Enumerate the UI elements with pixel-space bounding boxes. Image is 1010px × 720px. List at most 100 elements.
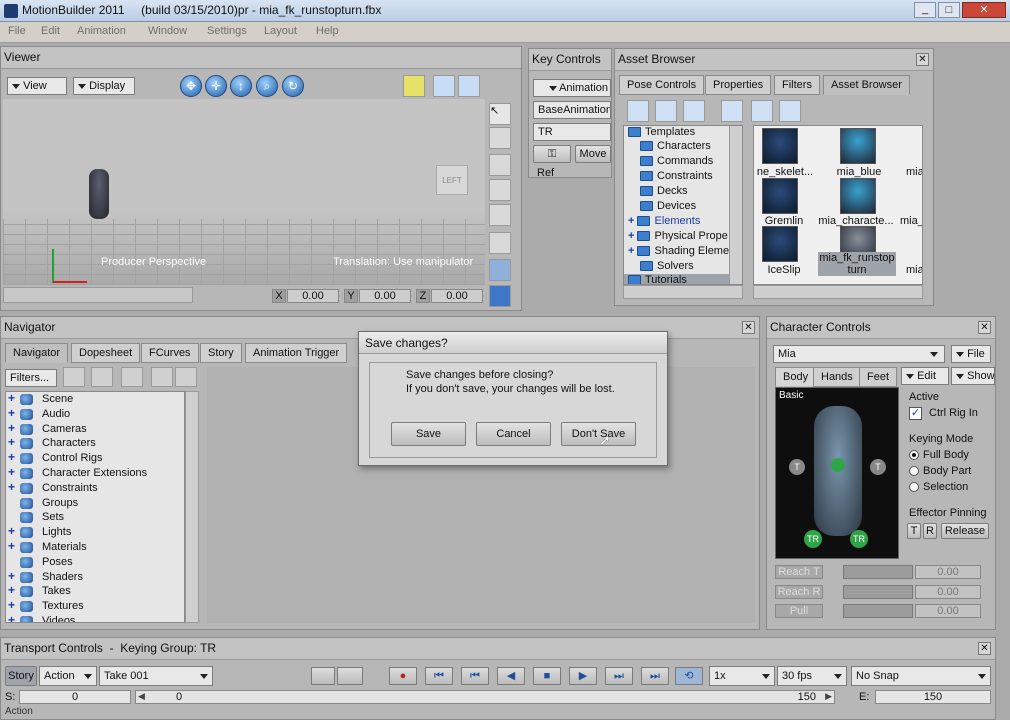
asset-thumbnail[interactable]: [762, 178, 798, 214]
snap-dropdown[interactable]: No Snap: [851, 666, 991, 686]
move-button[interactable]: Move: [575, 145, 611, 163]
tree-item-scene[interactable]: + Scene: [6, 392, 184, 407]
tree-item-tutorials[interactable]: Tutorials: [624, 274, 734, 284]
dolly-icon[interactable]: ↕: [230, 75, 252, 97]
cancel-button[interactable]: Cancel: [476, 422, 551, 446]
align-icon[interactable]: [683, 100, 705, 122]
tree-view-icon[interactable]: [627, 100, 649, 122]
mode-body-part[interactable]: Body Part: [909, 465, 971, 477]
take-dropdown[interactable]: Take 001: [99, 666, 213, 686]
back-arrow-icon[interactable]: [151, 367, 173, 387]
asset-label-selected[interactable]: mia_fk_runstop turn: [818, 252, 896, 276]
pull-slider[interactable]: [843, 604, 913, 618]
animation-dropdown[interactable]: Animation: [533, 79, 611, 97]
tree-item-character-extensions[interactable]: + Character Extensions: [6, 466, 184, 481]
tree-item-commands[interactable]: Commands: [640, 155, 713, 167]
play-button[interactable]: ▶: [569, 667, 597, 685]
right-hand-effector[interactable]: T: [870, 459, 886, 475]
keying-group-field[interactable]: TR: [533, 123, 611, 141]
zoom-icon[interactable]: ⌕: [256, 75, 278, 97]
cube-tool-icon[interactable]: [489, 285, 511, 307]
icon-view-icon[interactable]: [751, 100, 773, 122]
tree-item-elements[interactable]: + Elements: [628, 215, 700, 227]
list-view-icon[interactable]: [721, 100, 743, 122]
hips-effector[interactable]: [831, 458, 845, 472]
navigator-close-icon[interactable]: ✕: [742, 321, 755, 334]
tree-item-shading[interactable]: + Shading Eleme: [628, 245, 729, 257]
speed-dropdown[interactable]: 1x: [709, 666, 775, 686]
start-frame-field[interactable]: 0: [19, 690, 131, 704]
x-coord-field[interactable]: 0.00: [287, 289, 339, 303]
tree-item-characters[interactable]: Characters: [640, 140, 711, 152]
detail-view-icon[interactable]: [779, 100, 801, 122]
manipulator-tool-icon[interactable]: [489, 259, 511, 281]
reach-r-value[interactable]: 0.00: [915, 585, 981, 599]
tree-item-groups[interactable]: Groups: [6, 496, 184, 511]
next-key-button[interactable]: ⏭: [605, 667, 633, 685]
key-button[interactable]: ⚿: [533, 145, 571, 163]
action-dropdown[interactable]: Action: [39, 666, 97, 686]
edit-dropdown[interactable]: Edit: [901, 367, 949, 385]
lock-tool-icon[interactable]: [489, 127, 511, 149]
frame-icon[interactable]: [458, 75, 480, 97]
stop-button[interactable]: ■: [533, 667, 561, 685]
select-tool-icon[interactable]: ↖: [489, 103, 511, 125]
tree-item-decks[interactable]: Decks: [640, 185, 688, 197]
orbit-icon[interactable]: ✥: [180, 75, 202, 97]
tab-animation-trigger[interactable]: Animation Trigger: [245, 343, 348, 363]
tree-hscrollbar[interactable]: [623, 285, 743, 299]
tab-hands[interactable]: Hands: [813, 367, 861, 387]
tree-item-takes[interactable]: + Takes: [6, 584, 184, 599]
asset-browser-close-icon[interactable]: ✕: [916, 53, 929, 66]
character-body-map[interactable]: Basic T T TR TR: [775, 387, 899, 559]
tool-icon[interactable]: [91, 367, 113, 387]
tree-item-materials[interactable]: + Materials: [6, 540, 184, 555]
tree-item-devices[interactable]: Devices: [640, 200, 696, 212]
record-button[interactable]: ●: [389, 667, 417, 685]
curve-tool-icon[interactable]: [403, 75, 425, 97]
minimize-button[interactable]: _: [914, 2, 936, 18]
show-dropdown[interactable]: Show: [951, 367, 995, 385]
tree-item-control-rigs[interactable]: + Control Rigs: [6, 451, 184, 466]
zoom-2d-icon[interactable]: [433, 75, 455, 97]
maximize-button[interactable]: □: [938, 2, 960, 18]
tree-item-physical[interactable]: + Physical Prope: [628, 230, 728, 242]
menu-edit[interactable]: Edit: [41, 25, 60, 37]
tree-scrollbar[interactable]: [729, 126, 742, 284]
character-controls-close-icon[interactable]: ✕: [978, 321, 991, 334]
base-animation-field[interactable]: BaseAnimation: [533, 101, 611, 119]
story-button[interactable]: Story: [5, 666, 37, 686]
tab-story[interactable]: Story: [200, 343, 242, 363]
column-view-icon[interactable]: [655, 100, 677, 122]
character-dropdown[interactable]: Mia: [773, 345, 945, 363]
menu-animation[interactable]: Animation: [77, 25, 126, 37]
tab-feet[interactable]: Feet: [859, 367, 898, 387]
go-to-start-button[interactable]: ⏮: [425, 667, 453, 685]
lock-icon[interactable]: [121, 367, 143, 387]
tab-body[interactable]: Body: [775, 367, 817, 387]
end-frame-field[interactable]: 150: [875, 690, 991, 704]
tree-item-solvers[interactable]: Solvers: [640, 260, 694, 272]
forward-arrow-icon[interactable]: [175, 367, 197, 387]
tree-item-poses[interactable]: Poses: [6, 555, 184, 570]
tree-item-lights[interactable]: + Lights: [6, 525, 184, 540]
asset-thumbnail[interactable]: [762, 128, 798, 164]
previous-key-button[interactable]: ⏮: [461, 667, 489, 685]
timeline-slider[interactable]: ◀ 0 150 ▶: [135, 690, 835, 704]
tree-item-templates[interactable]: Templates: [628, 126, 695, 138]
left-hand-effector[interactable]: T: [789, 459, 805, 475]
play-backward-button[interactable]: ◀: [497, 667, 525, 685]
tree-item-sets[interactable]: Sets: [6, 510, 184, 525]
release-button[interactable]: Release: [941, 523, 989, 539]
mode-full-body[interactable]: Full Body: [909, 449, 969, 461]
loop-marker-icon[interactable]: [311, 667, 335, 685]
fps-dropdown[interactable]: 30 fps: [777, 666, 847, 686]
tree-item-videos[interactable]: + Videos: [6, 614, 184, 622]
rotate-tool-icon[interactable]: [489, 179, 511, 201]
view-cube-left[interactable]: LEFT: [436, 165, 468, 195]
menu-help[interactable]: Help: [316, 25, 339, 37]
pin-rotation-button[interactable]: R: [923, 523, 937, 539]
filters-dropdown[interactable]: Filters...: [5, 369, 57, 387]
scene-tree-scrollbar[interactable]: [185, 391, 199, 623]
tab-filters[interactable]: Filters: [774, 75, 820, 95]
